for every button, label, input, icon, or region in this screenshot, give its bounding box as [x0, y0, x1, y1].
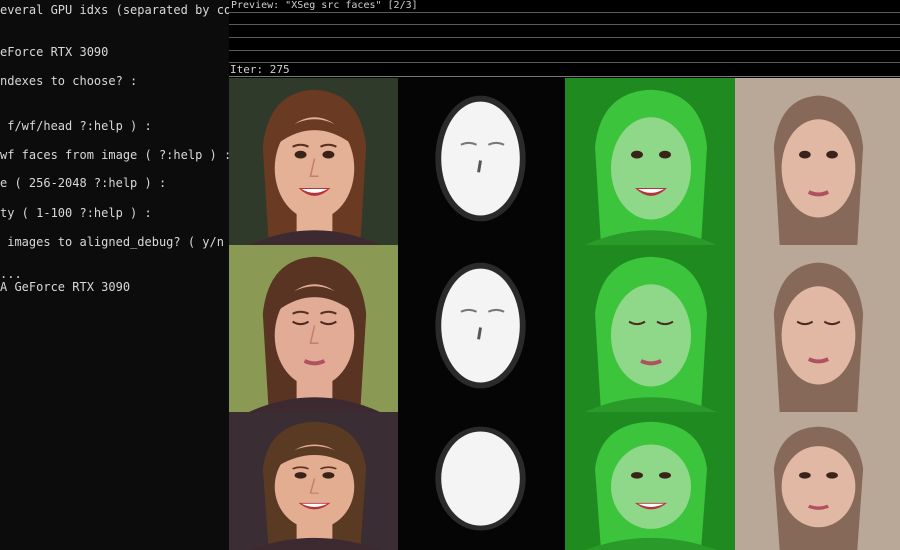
masked-overlay-tile	[565, 78, 735, 245]
masked-overlay-tile	[565, 245, 735, 412]
predicted-mask-tile	[398, 245, 565, 412]
console-line: A GeForce RTX 3090	[0, 280, 131, 294]
console-line: everal GPU idxs (separated by comma	[0, 3, 229, 17]
source-face-tile	[229, 412, 398, 550]
source-face-tile	[229, 78, 398, 245]
reconstructed-face-tile	[735, 245, 900, 412]
console-line: images to aligned_debug? ( y/n ) :	[0, 235, 229, 249]
reconstructed-face-tile	[735, 78, 900, 245]
console-line: e ( 256-2048 ?:help ) :	[0, 176, 167, 190]
source-face-tile	[229, 245, 398, 412]
predicted-mask-tile	[398, 78, 565, 245]
console-window: everal GPU idxs (separated by comma eForc…	[0, 0, 229, 550]
preview-grid	[229, 78, 900, 550]
console-line: f/wf/head ?:help ) :	[0, 119, 152, 133]
iteration-counter: Iter: 275	[230, 63, 290, 76]
console-line: eForce RTX 3090	[0, 45, 109, 59]
preview-title: Preview: "XSeg src faces" [2/3]	[231, 0, 418, 11]
divider	[229, 76, 900, 77]
xseg-preview-window: Preview: "XSeg src faces" [2/3] Iter: 27…	[229, 0, 900, 550]
console-line: wf faces from image ( ?:help ) :	[0, 148, 229, 162]
console-line: ndexes to choose? :	[0, 74, 138, 88]
predicted-mask-tile	[398, 412, 565, 550]
console-line: ty ( 1-100 ?:help ) :	[0, 206, 152, 220]
masked-overlay-tile	[565, 412, 735, 550]
reconstructed-face-tile	[735, 412, 900, 550]
